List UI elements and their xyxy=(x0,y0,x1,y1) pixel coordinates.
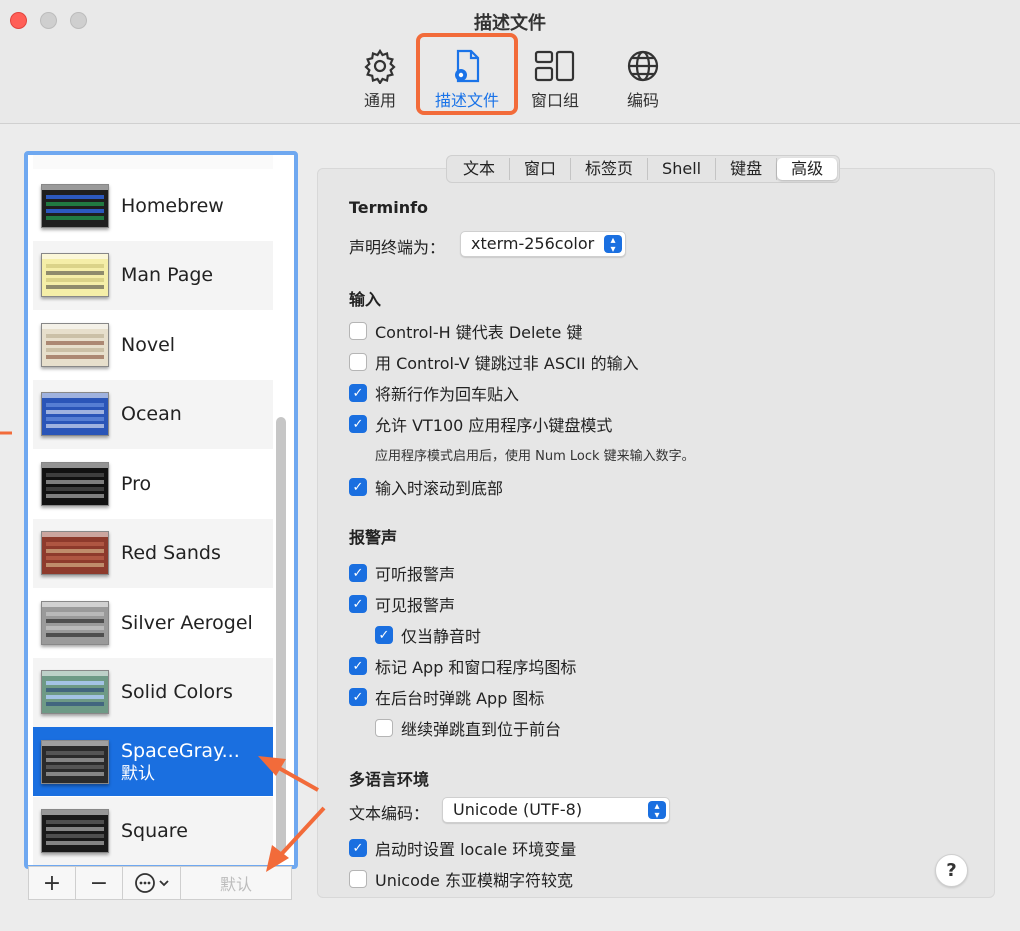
annotation-arrows xyxy=(0,431,326,872)
